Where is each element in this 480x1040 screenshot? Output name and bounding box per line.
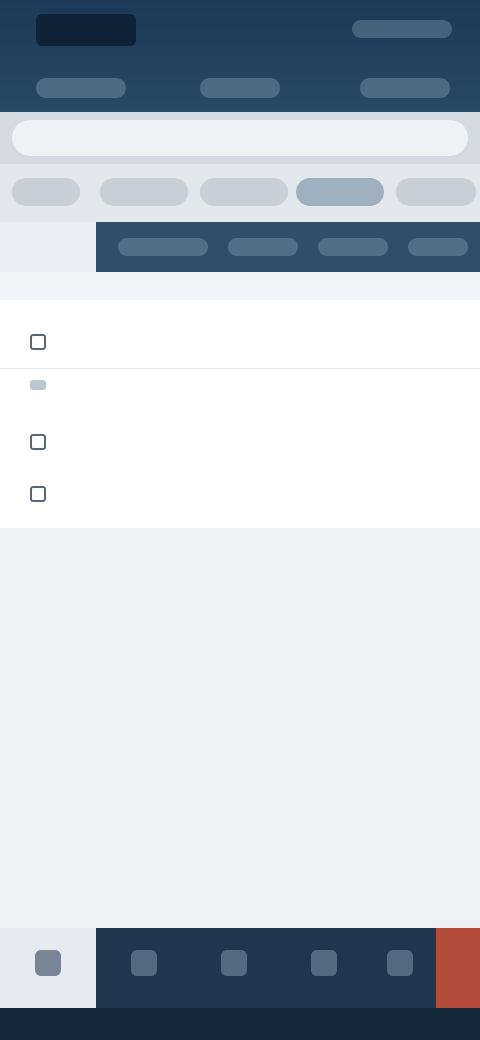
home-icon [35,950,61,976]
list-icon [221,950,247,976]
filter-pill-4[interactable] [296,178,384,206]
bottom-nav-item-2[interactable] [122,950,166,980]
tab-4[interactable] [318,238,388,256]
bottom-nav-home[interactable] [26,950,70,980]
filter-pill-3[interactable] [200,178,288,206]
filter-pill-5[interactable] [396,178,476,206]
notification-icon [387,950,413,976]
checkbox-1[interactable] [30,334,46,350]
system-navigation-bar [0,1008,480,1040]
list-item-2[interactable] [0,420,480,464]
app-logo [36,14,136,46]
list-item-3[interactable] [0,472,480,516]
nav-item-3[interactable] [360,78,450,98]
filter-pill-bar [0,164,480,222]
list-marker [30,380,46,390]
tab-5[interactable] [408,238,468,256]
app-header [0,0,480,112]
alert-indicator[interactable] [436,928,480,1008]
search-input[interactable] [12,120,468,156]
nav-item-2[interactable] [200,78,280,98]
bottom-nav-item-3[interactable] [212,950,256,980]
item-list [0,272,480,528]
filter-pill-2[interactable] [100,178,188,206]
search-bar [0,112,480,164]
tab-1[interactable] [0,222,96,272]
tab-bar [0,222,480,272]
checkbox-2[interactable] [30,434,46,450]
tab-3[interactable] [228,238,298,256]
calendar-icon [311,950,337,976]
top-navigation [0,72,480,106]
tab-2[interactable] [118,238,208,256]
filter-pill-1[interactable] [12,178,80,206]
bottom-nav-item-4[interactable] [302,950,346,980]
checkbox-3[interactable] [30,486,46,502]
bottom-nav-item-5[interactable] [378,950,422,980]
list-header [0,272,480,300]
header-action[interactable] [352,20,452,38]
list-item-1[interactable] [0,320,480,364]
nav-item-1[interactable] [36,78,126,98]
bottom-navigation [0,928,480,1008]
row-divider [0,368,480,369]
menu-icon [131,950,157,976]
